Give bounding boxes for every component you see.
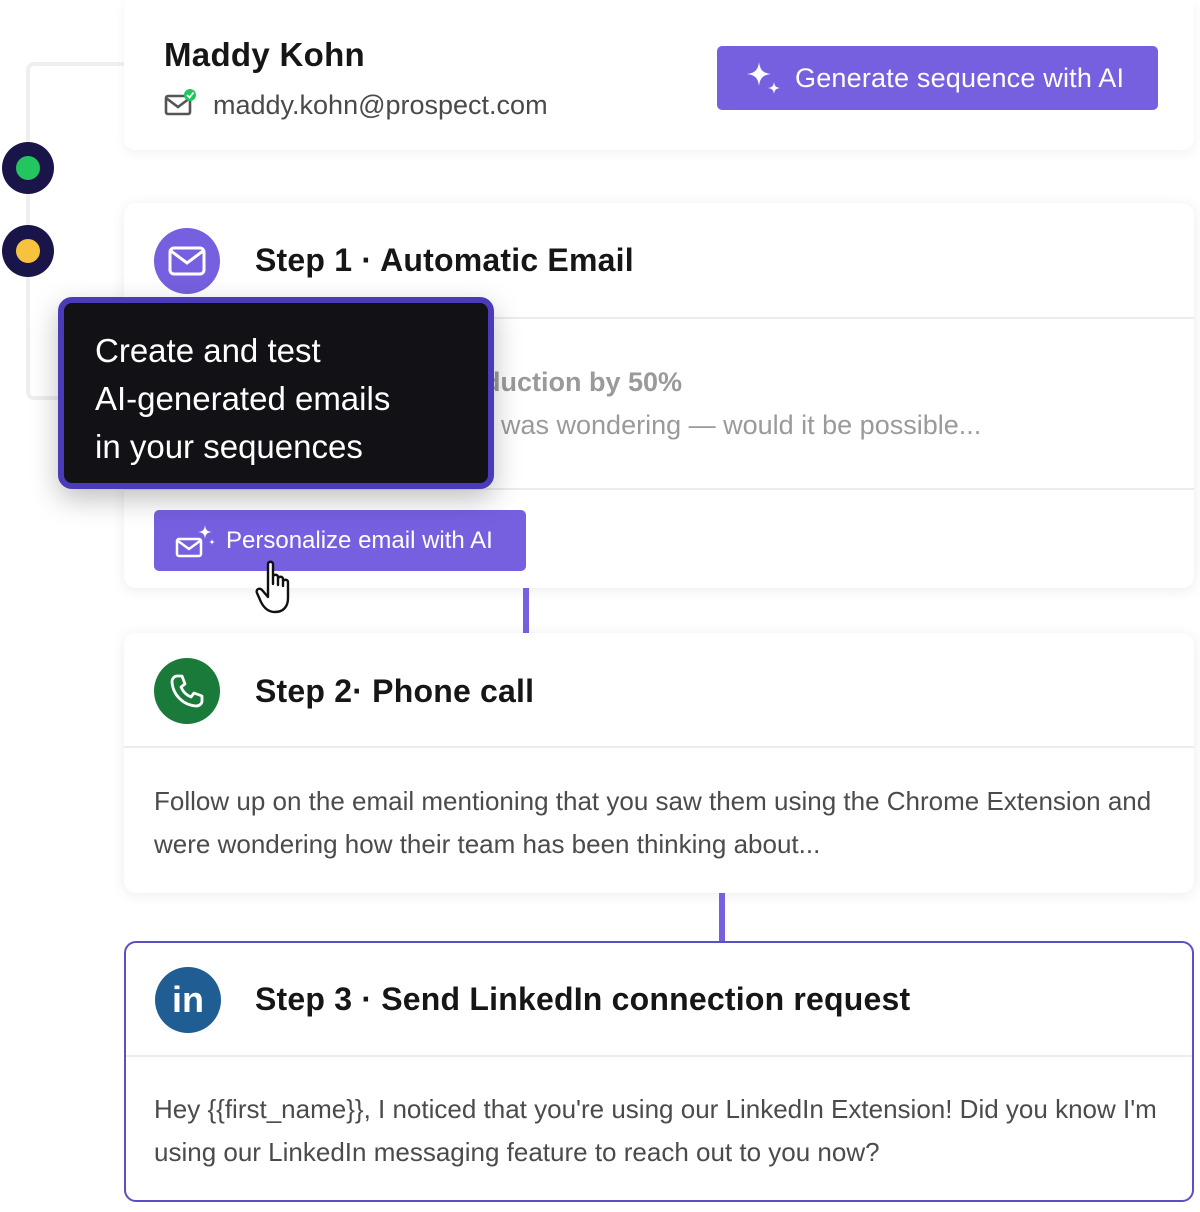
personalize-email-label: Personalize email with AI <box>226 526 493 554</box>
generate-sequence-label: Generate sequence with AI <box>795 62 1125 93</box>
step-3-title: Step 3 · Send LinkedIn connection reques… <box>255 981 911 1017</box>
prospect-name: Maddy Kohn <box>164 36 365 73</box>
mail-icon <box>154 228 220 294</box>
step-3-divider <box>126 1055 1192 1057</box>
generate-sequence-button[interactable]: Generate sequence with AI <box>717 46 1158 110</box>
mail-sparkle-icon <box>174 521 216 561</box>
tooltip-line: in your sequences <box>95 428 363 465</box>
step-1-title: Step 1 · Automatic Email <box>255 242 634 278</box>
connector-line <box>523 588 529 633</box>
step-2-divider <box>124 746 1194 748</box>
mail-verified-icon <box>164 88 198 118</box>
tooltip-line: AI-generated emails <box>95 380 391 417</box>
step-2-card[interactable]: Step 2· Phone call Follow up on the emai… <box>124 633 1194 893</box>
prospect-email: maddy.kohn@prospect.com <box>213 90 548 120</box>
sparkle-icon <box>743 58 783 98</box>
status-dot-yellow <box>2 225 54 277</box>
ai-tooltip: Create and test AI-generated emails in y… <box>58 297 494 489</box>
status-dot-green <box>2 142 54 194</box>
step-3-body: Hey {{first_name}}, I noticed that you'r… <box>154 1094 1157 1167</box>
step-2-title: Step 2· Phone call <box>255 673 535 709</box>
email-body-preview: was wondering — would it be possible... <box>501 410 982 440</box>
personalize-email-button[interactable]: Personalize email with AI <box>154 510 526 571</box>
pointer-hand-icon <box>254 560 302 616</box>
tooltip-line: Create and test <box>95 332 321 369</box>
prospect-card: Maddy Kohn maddy.kohn@prospect.com Gener… <box>124 0 1194 150</box>
connector-line <box>719 893 725 941</box>
email-subject-preview: duction by 50% <box>484 367 683 397</box>
step-2-body: Follow up on the email mentioning that y… <box>154 786 1152 859</box>
phone-icon <box>154 658 220 724</box>
step-3-card[interactable]: in Step 3 · Send LinkedIn connection req… <box>124 941 1194 1202</box>
linkedin-icon: in <box>155 967 221 1033</box>
